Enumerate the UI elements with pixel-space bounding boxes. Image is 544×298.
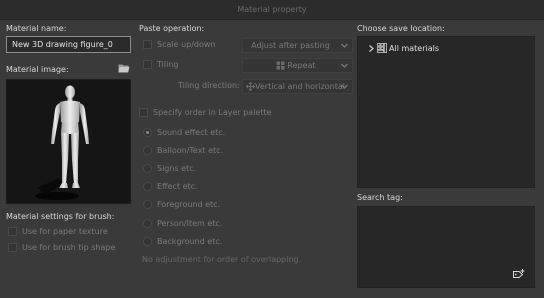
radio-balloon-text[interactable] — [143, 146, 152, 155]
scale-dropdown-value: Adjust after pasting — [251, 41, 330, 50]
radio-person-item[interactable] — [143, 219, 152, 228]
specify-order-label: Specify order in Layer palette — [153, 108, 272, 117]
tiling-dropdown[interactable]: Repeat — [242, 58, 353, 73]
paste-operation-label: Paste operation: — [139, 24, 205, 33]
material-name-label: Material name: — [6, 24, 67, 33]
brush-settings-label: Material settings for brush: — [6, 212, 115, 221]
move-arrows-icon — [246, 82, 255, 91]
add-tag-icon[interactable] — [513, 269, 525, 280]
tree-item-all-materials[interactable]: All materials — [368, 42, 439, 54]
radio-background[interactable] — [143, 237, 152, 246]
paper-texture-label: Use for paper texture — [22, 227, 108, 236]
chevron-down-icon — [341, 84, 348, 89]
radio-label: Effect etc. — [157, 182, 198, 191]
specify-order-checkbox[interactable] — [139, 108, 148, 117]
folder-open-icon[interactable] — [118, 63, 130, 73]
title-bar: Material property — [0, 0, 544, 20]
chevron-down-icon — [341, 43, 348, 48]
radio-effect[interactable] — [143, 182, 152, 191]
tiling-direction-value: Vertical and horizontal — [255, 82, 345, 91]
save-location-label: Choose save location: — [357, 24, 445, 33]
radio-label: Sound effect etc. — [157, 128, 226, 137]
radio-sound-effect[interactable] — [143, 128, 152, 137]
material-name-input[interactable]: New 3D drawing figure_0 — [6, 36, 131, 53]
brush-tip-checkbox[interactable] — [8, 243, 17, 252]
search-tag-box[interactable] — [357, 206, 535, 288]
search-tag-label: Search tag: — [357, 193, 403, 202]
brush-tip-label: Use for brush tip shape — [22, 243, 116, 252]
material-image-preview[interactable] — [6, 79, 131, 204]
window-title: Material property — [237, 5, 307, 14]
tiling-label: Tiling — [157, 60, 179, 69]
material-image-label: Material image: — [6, 65, 69, 74]
scale-dropdown[interactable]: Adjust after pasting — [242, 38, 353, 53]
3d-figure-image — [35, 85, 89, 200]
tiling-direction-dropdown[interactable]: Vertical and horizontal — [242, 79, 353, 94]
material-folder-icon — [377, 43, 387, 53]
tiling-direction-label: Tiling direction: — [178, 81, 240, 90]
radio-label: Background etc. — [157, 237, 223, 246]
radio-foreground[interactable] — [143, 200, 152, 209]
tiling-dropdown-value: Repeat — [287, 61, 316, 70]
radio-signs[interactable] — [143, 164, 152, 173]
save-location-tree[interactable]: All materials — [357, 36, 535, 188]
tiling-checkbox[interactable] — [143, 60, 152, 69]
chevron-down-icon — [341, 63, 348, 68]
paper-texture-checkbox[interactable] — [8, 227, 17, 236]
radio-label: Signs etc. — [157, 164, 197, 173]
tree-item-label: All materials — [389, 43, 440, 53]
chevron-right-icon[interactable] — [368, 44, 375, 53]
overlap-note: No adjustment for order of overlapping. — [142, 255, 302, 264]
scale-label: Scale up/down — [157, 40, 216, 49]
radio-label: Foreground etc. — [157, 200, 221, 209]
radio-label: Person/Item etc. — [157, 219, 223, 228]
scale-checkbox[interactable] — [143, 40, 152, 49]
radio-label: Balloon/Text etc. — [157, 146, 224, 155]
